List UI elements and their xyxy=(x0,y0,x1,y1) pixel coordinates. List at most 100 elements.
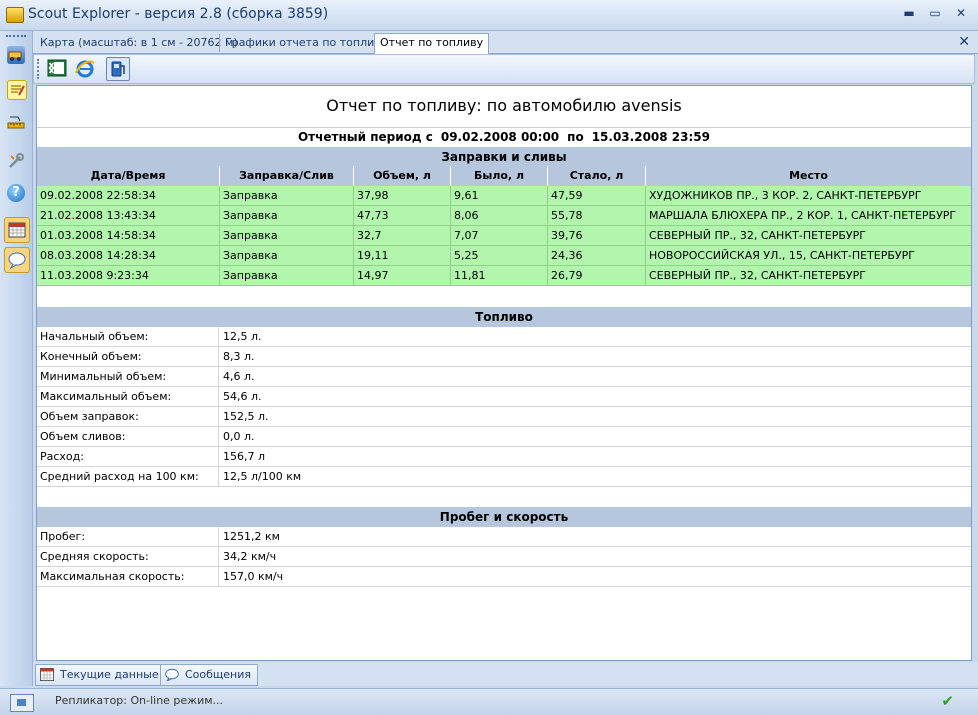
table-row: 09.02.2008 22:58:34 Заправка 37,98 9,61 … xyxy=(37,186,971,206)
close-tab-icon[interactable]: ✕ xyxy=(958,34,970,50)
bottom-panel-tabs: Текущие данные Сообщения xyxy=(33,662,978,686)
table-cell: 39,76 xyxy=(547,226,645,246)
mileage-row: Максимальная скорость: 157,0 км/ч xyxy=(37,567,971,587)
column-header: Было, л xyxy=(450,166,547,186)
table-cell: 01.03.2008 14:58:34 xyxy=(40,229,156,242)
vehicles-button[interactable] xyxy=(4,43,28,67)
fuel-row-value: 54,6 л. xyxy=(223,390,262,403)
replicator-icon[interactable] xyxy=(10,694,34,712)
notes-button[interactable] xyxy=(4,77,28,101)
table-cell: 21.02.2008 13:43:34 xyxy=(40,209,156,222)
column-header: Заправка/Слив xyxy=(219,166,353,186)
report-title: Отчет по топливу: по автомобилю avensis xyxy=(326,96,682,115)
table-row: 01.03.2008 14:58:34 Заправка 32,7 7,07 3… xyxy=(37,226,971,246)
maximize-button[interactable]: ▭ xyxy=(928,6,942,20)
app-icon xyxy=(6,7,24,23)
title-bar: Scout Explorer - версия 2.8 (сборка 3859… xyxy=(0,0,978,31)
table-cell: 32,7 xyxy=(353,226,450,246)
table-cell: 5,25 xyxy=(450,246,547,266)
fuel-row-label: Объем сливов: xyxy=(37,427,219,447)
refuels-section-title: Заправки и сливы xyxy=(37,147,971,167)
tab-current-data[interactable]: Текущие данные xyxy=(35,664,166,686)
fuel-row-label: Расход: xyxy=(37,447,219,467)
tab-fuel-charts[interactable]: Графики отчета по топливу xyxy=(219,34,392,52)
mileage-row-value: 157,0 км/ч xyxy=(223,570,284,583)
table-cell: 24,36 xyxy=(547,246,645,266)
excel-icon xyxy=(47,59,67,77)
export-excel-button[interactable] xyxy=(46,57,68,79)
tools-icon xyxy=(7,152,25,170)
fuel-row-label: Минимальный объем: xyxy=(37,367,219,387)
tools-button[interactable] xyxy=(4,149,28,173)
table-cell: НОВОРОССИЙСКАЯ УЛ., 15, САНКТ-ПЕТЕРБУРГ xyxy=(645,246,971,266)
table-cell: 11.03.2008 9:23:34 xyxy=(40,269,149,282)
fuel-row-label: Средний расход на 100 км: xyxy=(37,467,219,487)
table-cell: 26,79 xyxy=(547,266,645,286)
close-button[interactable]: ✕ xyxy=(954,6,968,20)
messages-button[interactable] xyxy=(4,247,30,273)
open-browser-button[interactable] xyxy=(74,57,96,79)
fuel-section-title: Топливо xyxy=(37,307,971,327)
fuel-row-value: 4,6 л. xyxy=(223,370,255,383)
fuel-pump-icon xyxy=(111,61,125,77)
help-button[interactable]: ? xyxy=(4,181,28,205)
report-period: Отчетный период с 09.02.2008 00:00 по 15.03… xyxy=(37,127,971,148)
mileage-row-value: 1251,2 км xyxy=(223,530,280,543)
fuel-row: Конечный объем: 8,3 л. xyxy=(37,347,971,367)
fuel-row-label: Начальный объем: xyxy=(37,327,219,347)
tab-messages-label: Сообщения xyxy=(185,668,252,681)
fuel-row: Объем сливов: 0,0 л. xyxy=(37,427,971,447)
fuel-row-label: Конечный объем: xyxy=(37,347,219,367)
table-cell: ХУДОЖНИКОВ ПР., 3 КОР. 2, САНКТ-ПЕТЕРБУР… xyxy=(645,186,971,206)
table-row: 21.02.2008 13:43:34 Заправка 47,73 8,06 … xyxy=(37,206,971,226)
window-controls: ▬ ▭ ✕ xyxy=(902,6,968,20)
period-separator: по xyxy=(567,130,584,144)
mileage-row-label: Максимальная скорость: xyxy=(37,567,219,587)
ruler-button[interactable] xyxy=(4,111,28,135)
toolbar-grip[interactable] xyxy=(37,59,41,79)
mileage-row: Средняя скорость: 34,2 км/ч xyxy=(37,547,971,567)
tab-map[interactable]: Карта (масштаб: в 1 см - 20762 м) xyxy=(35,34,243,52)
fuel-report: Отчет по топливу: по автомобилю avensis … xyxy=(36,85,972,661)
table-cell: Заправка xyxy=(219,266,353,286)
table-cell: 37,98 xyxy=(353,186,450,206)
tab-fuel-report[interactable]: Отчет по топливу xyxy=(374,33,490,54)
fuel-row-value: 12,5 л. xyxy=(223,330,262,343)
fuel-row: Начальный объем: 12,5 л. xyxy=(37,327,971,347)
column-header: Место xyxy=(645,166,971,186)
calendar-button[interactable] xyxy=(4,217,30,243)
toolbar-grip[interactable] xyxy=(6,35,26,40)
refuels-column-headers: Дата/Время Заправка/Слив Объем, л Было, … xyxy=(37,166,971,186)
period-from: 09.02.2008 00:00 xyxy=(440,130,560,144)
minimize-button[interactable]: ▬ xyxy=(902,6,916,20)
fuel-row-value: 0,0 л. xyxy=(223,430,255,443)
table-cell: Заправка xyxy=(219,246,353,266)
report-toolbar xyxy=(33,54,975,84)
mileage-row: Пробег: 1251,2 км xyxy=(37,527,971,547)
period-prefix: Отчетный период с xyxy=(297,130,433,144)
mileage-row-label: Средняя скорость: xyxy=(37,547,219,567)
messages-icon xyxy=(8,251,26,270)
notes-icon xyxy=(7,80,27,100)
table-cell: СЕВЕРНЫЙ ПР., 32, САНКТ-ПЕТЕРБУРГ xyxy=(645,226,971,246)
table-row: 08.03.2008 14:28:34 Заправка 19,11 5,25 … xyxy=(37,246,971,266)
table-cell: 55,78 xyxy=(547,206,645,226)
tab-messages[interactable]: Сообщения xyxy=(160,664,259,686)
table-cell: 8,06 xyxy=(450,206,547,226)
status-text: Репликатор: On-line режим... xyxy=(55,694,224,707)
column-header: Стало, л xyxy=(547,166,645,186)
help-icon: ? xyxy=(7,184,25,202)
fuel-row: Средний расход на 100 км: 12,5 л/100 км xyxy=(37,467,971,487)
table-cell: СЕВЕРНЫЙ ПР., 32, САНКТ-ПЕТЕРБУРГ xyxy=(645,266,971,286)
calendar-icon xyxy=(40,668,54,681)
fuel-row-value: 156,7 л xyxy=(223,450,266,463)
column-header: Дата/Время xyxy=(90,169,166,182)
calendar-icon xyxy=(8,221,26,239)
fuel-row-label: Объем заправок: xyxy=(37,407,219,427)
mileage-row-label: Пробег: xyxy=(37,527,219,547)
fuel-report-button[interactable] xyxy=(106,57,130,81)
table-cell: Заправка xyxy=(219,206,353,226)
table-cell: 09.02.2008 22:58:34 xyxy=(40,189,156,202)
table-row: 11.03.2008 9:23:34 Заправка 14,97 11,81 … xyxy=(37,266,971,286)
table-cell: 11,81 xyxy=(450,266,547,286)
